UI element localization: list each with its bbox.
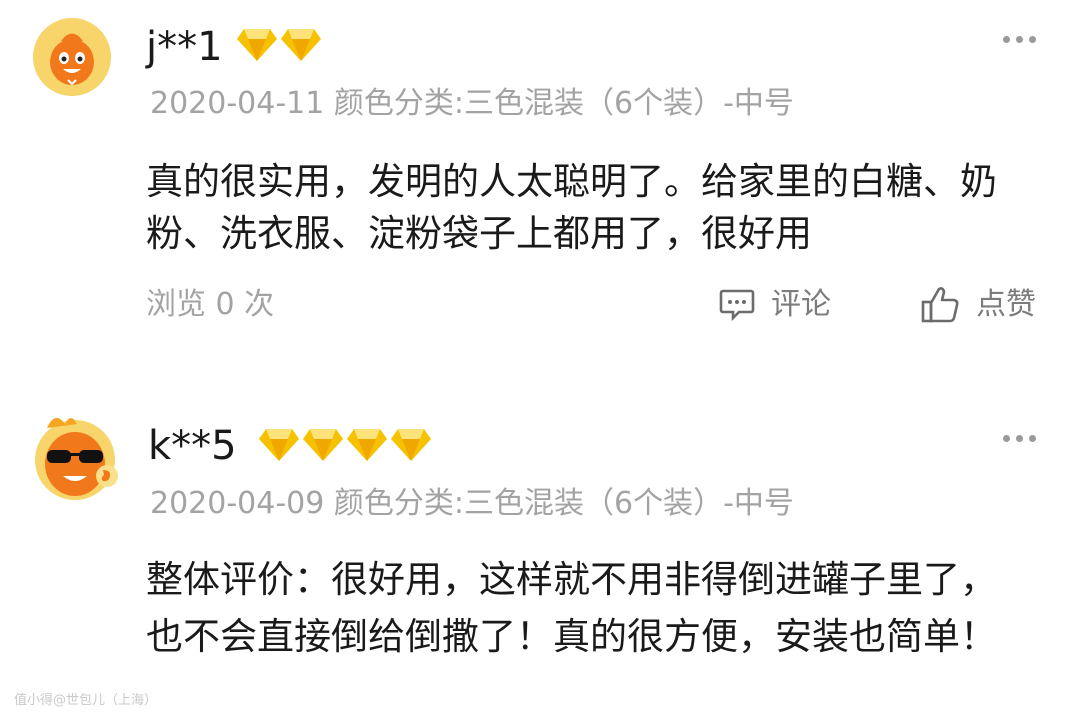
member-badges — [258, 427, 432, 463]
like-label: 点赞 — [976, 287, 1036, 322]
orange-mascot-avatar-icon — [33, 18, 111, 96]
thumbs-up-icon — [921, 287, 959, 323]
review-meta: 2020-04-09 颜色分类:三色混装（6个装）-中号 — [150, 486, 794, 521]
watermark: 值小得@世包儿（上海） — [14, 693, 158, 708]
member-badges — [236, 27, 322, 63]
diamond-badge-icon — [347, 429, 387, 461]
more-options-icon[interactable] — [1003, 435, 1036, 442]
diamond-badge-icon — [303, 429, 343, 461]
username: j**1 — [146, 24, 223, 70]
diamond-badge-icon — [237, 29, 277, 61]
comment-label: 评论 — [771, 287, 831, 322]
comment-button[interactable]: 评论 — [719, 288, 831, 322]
comment-icon — [719, 289, 755, 322]
review-item-1: j**1 2020-04-11 颜色分类:三色混装（6个装）-中号 真的很实用，… — [0, 0, 1080, 360]
orange-mascot-sunglasses-avatar-icon — [35, 417, 118, 500]
diamond-badge-icon — [259, 429, 299, 461]
avatar[interactable] — [33, 18, 111, 96]
more-options-icon[interactable] — [1003, 36, 1036, 43]
avatar[interactable] — [25, 406, 125, 506]
review-text: 真的很实用，发明的人太聪明了。给家里的白糖、奶粉、洗衣服、淀粉袋子上都用了，很好… — [146, 160, 997, 255]
review-meta: 2020-04-11 颜色分类:三色混装（6个装）-中号 — [150, 86, 794, 121]
review-text: 整体评价：很好用，这样就不用非得倒进罐子里了，也不会直接倒给倒撒了！真的很方便，… — [146, 558, 997, 658]
diamond-badge-icon — [281, 29, 321, 61]
username: k**5 — [148, 423, 237, 469]
view-count: 浏览 0 次 — [146, 287, 275, 322]
diamond-badge-icon — [391, 429, 431, 461]
like-button[interactable]: 点赞 — [920, 286, 1036, 324]
